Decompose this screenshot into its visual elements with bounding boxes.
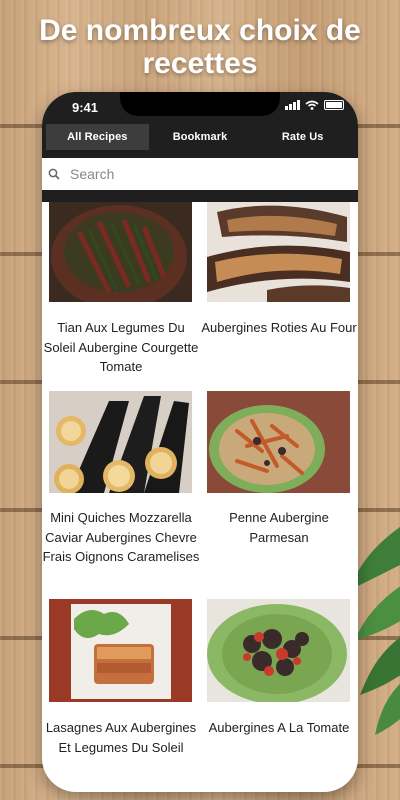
recipe-photo <box>207 202 350 302</box>
phone-screen: 9:41 All Recipes Bookmark Rate Us Search… <box>42 92 358 792</box>
tab-bookmark[interactable]: Bookmark <box>149 124 252 150</box>
recipe-title: Lasagnes Aux Aubergines Et Legumes Du So… <box>45 720 197 755</box>
signal-icon <box>285 100 300 110</box>
battery-icon <box>324 100 344 110</box>
recipe-title: Aubergines A La Tomate <box>208 720 350 735</box>
tab-all-recipes[interactable]: All Recipes <box>46 124 149 150</box>
recipe-title: Aubergines Roties Au Four <box>201 320 357 335</box>
recipe-title: Tian Aux Legumes Du Soleil Aubergine Cou… <box>43 320 199 374</box>
search-bar <box>42 152 358 202</box>
recipe-photo <box>49 599 192 702</box>
recipe-title: Penne Aubergine Parmesan <box>229 510 329 545</box>
wifi-icon <box>305 100 319 110</box>
system-icons <box>285 100 344 110</box>
recipe-photo <box>49 202 192 302</box>
search-icon <box>48 168 60 180</box>
status-bar: 9:41 <box>42 92 358 122</box>
search-input[interactable] <box>70 166 310 182</box>
recipe-photo <box>49 391 192 493</box>
status-time: 9:41 <box>72 100 99 115</box>
tab-rate-us[interactable]: Rate Us <box>251 124 354 150</box>
search-box <box>42 158 358 190</box>
promo-headline: De nombreux choix de recettes <box>39 14 361 80</box>
recipe-title: Mini Quiches Mozzarella Caviar Aubergine… <box>42 510 200 564</box>
recipe-photo <box>207 391 350 493</box>
phone-notch <box>120 92 280 116</box>
recipe-photo <box>207 599 350 702</box>
tab-bar: All Recipes Bookmark Rate Us <box>42 122 358 152</box>
